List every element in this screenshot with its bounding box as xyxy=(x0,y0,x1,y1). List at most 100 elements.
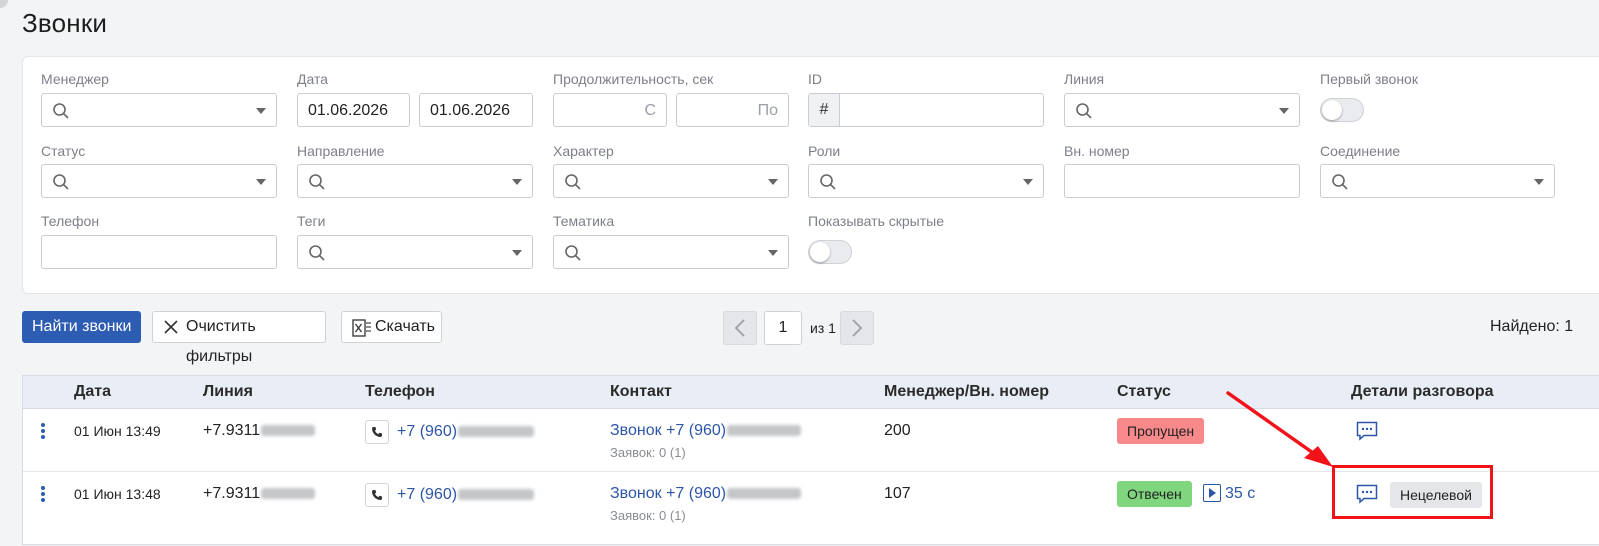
download-button[interactable]: Скачать xyxy=(341,311,442,343)
chevron-left-icon xyxy=(734,319,745,337)
call-duration[interactable]: 35 с xyxy=(1225,485,1255,503)
redacted-blur xyxy=(458,426,535,438)
search-icon xyxy=(309,245,325,261)
hash-prefix: # xyxy=(809,94,840,126)
requests-count: Заявок: 0 (1) xyxy=(610,508,686,523)
duration-to-placeholder: По xyxy=(757,102,778,119)
column-header-line[interactable]: Линия xyxy=(203,383,253,401)
phone-input[interactable] xyxy=(41,235,277,269)
phone-filter-label: Телефон xyxy=(41,213,100,229)
character-filter-label: Характер xyxy=(553,143,614,159)
duration-from-placeholder: С xyxy=(644,102,656,119)
toggle-knob xyxy=(810,242,830,262)
date-to-value: 01.06.2026 xyxy=(430,102,511,119)
tags-filter-label: Теги xyxy=(297,213,326,229)
phone-link-value: +7 (960) xyxy=(397,486,458,503)
phone-icon[interactable] xyxy=(365,483,389,507)
roles-filter-label: Роли xyxy=(808,143,841,159)
show-hidden-toggle[interactable] xyxy=(808,240,852,264)
first-call-toggle[interactable] xyxy=(1320,98,1364,122)
chevron-down-icon xyxy=(768,179,778,185)
column-header-contact[interactable]: Контакт xyxy=(610,383,672,401)
roles-select[interactable] xyxy=(808,164,1044,198)
toggle-knob xyxy=(1322,100,1342,120)
date-from-value: 01.06.2026 xyxy=(308,102,389,119)
manager-number: 107 xyxy=(884,485,911,502)
excel-icon xyxy=(352,319,371,337)
ext-number-filter-label: Вн. номер xyxy=(1064,143,1130,159)
search-icon xyxy=(565,245,581,261)
topic-filter-label: Тематика xyxy=(553,213,615,229)
first-call-label: Первый звонок xyxy=(1320,71,1418,87)
more-vertical-icon[interactable] xyxy=(41,486,46,504)
phone-link[interactable]: +7 (960) xyxy=(397,486,535,504)
search-icon xyxy=(309,174,325,190)
status-badge: Отвечен xyxy=(1117,481,1192,507)
connection-select[interactable] xyxy=(1320,164,1555,198)
character-select[interactable] xyxy=(553,164,789,198)
annotation-highlight-box xyxy=(1332,465,1493,519)
topic-select[interactable] xyxy=(553,235,789,269)
ext-number-input[interactable] xyxy=(1064,164,1300,198)
call-line: +7.9311 xyxy=(203,485,316,503)
prev-page-button[interactable] xyxy=(723,311,757,345)
page-number-input[interactable]: 1 xyxy=(764,311,802,345)
play-icon[interactable] xyxy=(1203,484,1221,502)
find-calls-button[interactable]: Найти звонки xyxy=(22,311,142,343)
phone-link[interactable]: +7 (960) xyxy=(397,423,535,441)
manager-select[interactable] xyxy=(41,93,277,127)
date-from-input[interactable]: 01.06.2026 xyxy=(297,93,410,127)
chat-icon[interactable] xyxy=(1356,421,1378,441)
close-icon xyxy=(164,320,178,334)
more-vertical-icon[interactable] xyxy=(41,423,46,441)
manager-number: 200 xyxy=(884,422,911,439)
status-select[interactable] xyxy=(41,164,277,198)
chevron-down-icon xyxy=(512,179,522,185)
column-header-date[interactable]: Дата xyxy=(74,383,111,401)
download-label: Скачать xyxy=(375,318,435,335)
tags-select[interactable] xyxy=(297,235,533,269)
contact-link-value: Звонок +7 (960) xyxy=(610,422,727,439)
phone-link-value: +7 (960) xyxy=(397,423,458,440)
call-date: 01 Июн 13:48 xyxy=(74,486,161,502)
call-line-value: +7.9311 xyxy=(203,422,261,439)
clear-filters-button[interactable]: Очистить фильтры xyxy=(152,311,326,365)
clear-filters-label: Очистить фильтры xyxy=(186,318,256,365)
redacted-blur xyxy=(727,425,802,437)
connection-filter-label: Соединение xyxy=(1320,143,1401,159)
search-icon xyxy=(1076,103,1092,119)
next-page-button[interactable] xyxy=(840,311,874,345)
search-icon xyxy=(565,174,581,190)
contact-link[interactable]: Звонок +7 (960) xyxy=(610,485,802,503)
redacted-blur xyxy=(458,489,535,501)
column-header-phone[interactable]: Телефон xyxy=(365,383,435,401)
call-line: +7.9311 xyxy=(203,422,316,440)
date-to-input[interactable]: 01.06.2026 xyxy=(419,93,533,127)
table-row[interactable]: 01 Июн 13:49 +7.9311 +7 (960) Звонок +7 … xyxy=(23,409,1599,472)
duration-to-input[interactable]: По xyxy=(676,93,789,127)
show-hidden-label: Показывать скрытые xyxy=(808,213,944,229)
call-date: 01 Июн 13:49 xyxy=(74,423,161,439)
phone-icon[interactable] xyxy=(365,420,389,444)
column-header-status[interactable]: Статус xyxy=(1117,383,1171,401)
calls-table: Дата Линия Телефон Контакт Менеджер/Вн. … xyxy=(22,375,1599,545)
chevron-down-icon xyxy=(1279,108,1289,114)
duration-from-input[interactable]: С xyxy=(553,93,667,127)
found-count: Найдено: 1 xyxy=(1490,318,1574,335)
search-icon xyxy=(53,174,69,190)
duration-filter-label: Продолжительность, сек xyxy=(553,71,714,87)
chevron-down-icon xyxy=(256,179,266,185)
call-line-value: +7.9311 xyxy=(203,485,261,502)
page-title: Звонки xyxy=(22,8,108,38)
column-header-manager[interactable]: Менеджер/Вн. номер xyxy=(884,383,1049,401)
status-filter-label: Статус xyxy=(41,143,86,159)
direction-select[interactable] xyxy=(297,164,533,198)
id-filter-label: ID xyxy=(808,71,822,87)
contact-link[interactable]: Звонок +7 (960) xyxy=(610,422,802,440)
chevron-down-icon xyxy=(768,250,778,256)
search-icon xyxy=(53,103,69,119)
redacted-blur xyxy=(261,488,316,500)
id-input[interactable]: # xyxy=(808,93,1044,127)
column-header-details[interactable]: Детали разговора xyxy=(1351,383,1494,401)
line-select[interactable] xyxy=(1064,93,1300,127)
